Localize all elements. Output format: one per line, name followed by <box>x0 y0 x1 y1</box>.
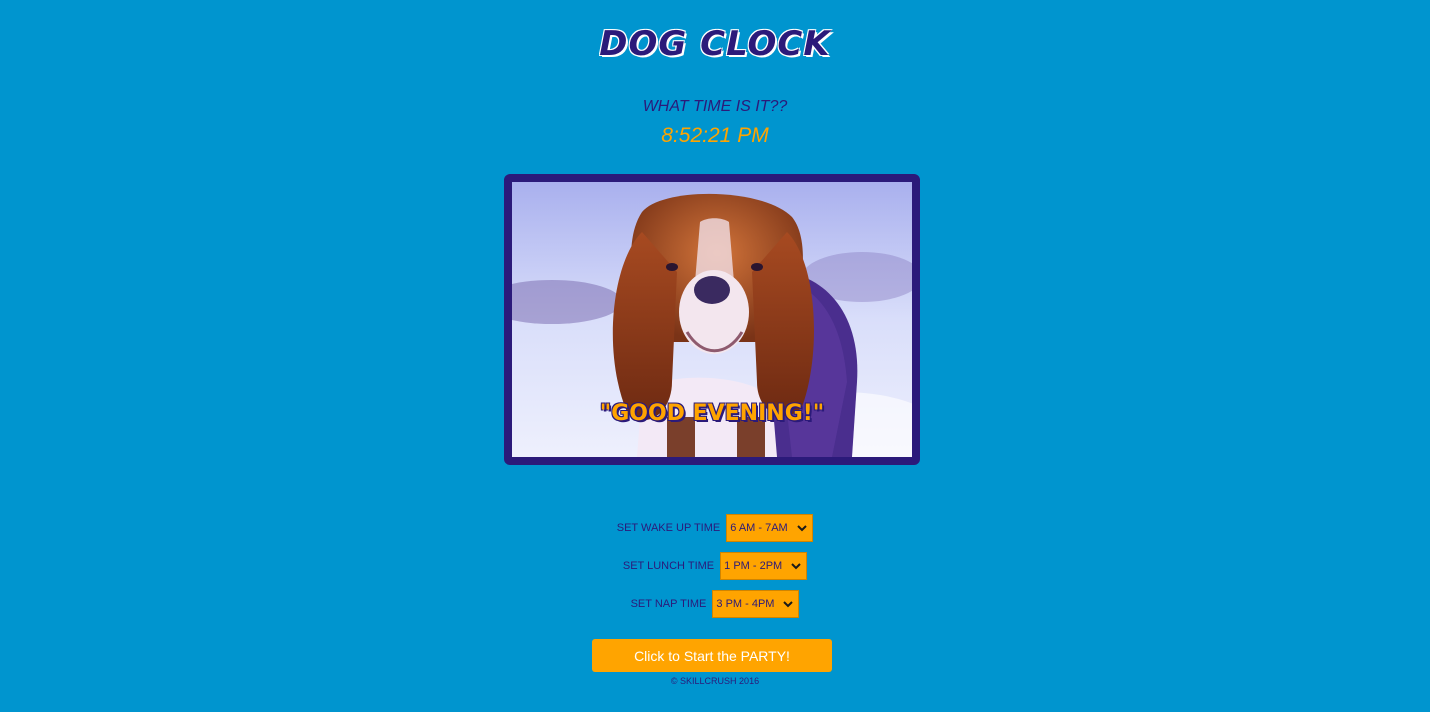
chevron-down-icon <box>791 563 801 570</box>
lunch-time-label: SET LUNCH TIME <box>622 560 715 572</box>
start-party-button[interactable]: Click to Start the PARTY! <box>592 639 832 672</box>
greeting-caption: "GOOD EVENING!" <box>599 401 825 426</box>
lunch-time-row: SET LUNCH TIME 1 PM - 2PM <box>0 552 1430 580</box>
nap-time-value: 3 PM - 4PM <box>716 598 775 610</box>
app-logo-title: DOG CLOCK <box>599 24 831 64</box>
wake-up-time-value: 6 AM - 7AM <box>730 522 788 534</box>
clock-readout: 8:52:21 PM <box>661 124 769 147</box>
wake-up-time-label: SET WAKE UP TIME <box>616 522 721 534</box>
footer-copyright: © SKILLCRUSH 2016 <box>670 676 760 686</box>
time-question: WHAT TIME IS IT?? <box>642 98 788 115</box>
nap-time-select[interactable]: 3 PM - 4PM <box>712 590 800 618</box>
lunch-time-value: 1 PM - 2PM <box>724 560 783 572</box>
lunch-time-select[interactable]: 1 PM - 2PM <box>720 552 808 580</box>
dog-photo-frame: "GOOD EVENING!" <box>504 174 920 465</box>
nap-time-row: SET NAP TIME 3 PM - 4PM <box>0 590 1430 618</box>
wake-up-time-select[interactable]: 6 AM - 7AM <box>726 514 814 542</box>
nap-time-label: SET NAP TIME <box>630 598 707 610</box>
chevron-down-icon <box>797 525 807 532</box>
wake-up-time-row: SET WAKE UP TIME 6 AM - 7AM <box>0 514 1430 542</box>
chevron-down-icon <box>783 601 794 608</box>
